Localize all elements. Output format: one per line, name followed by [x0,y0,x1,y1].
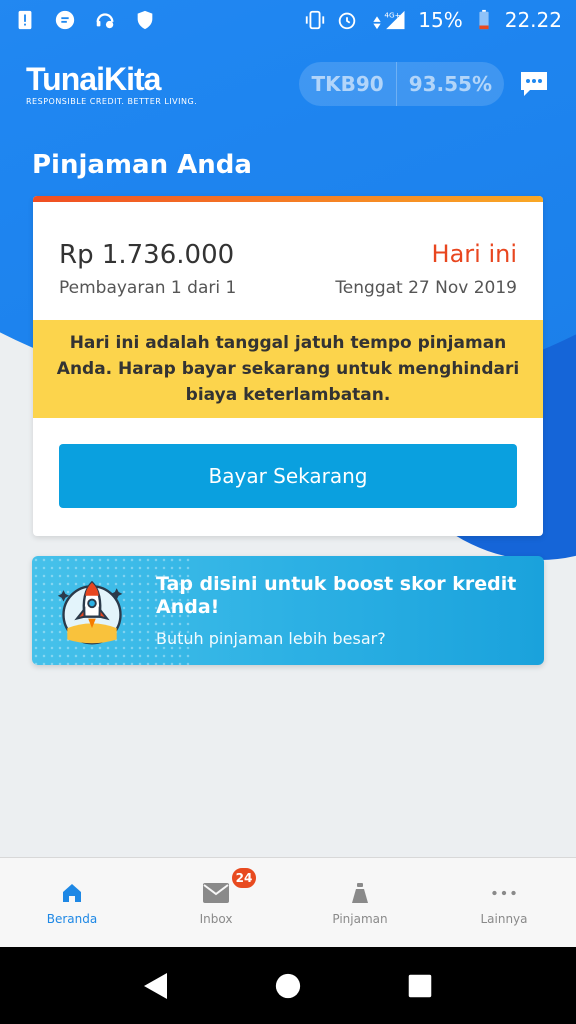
home-circle-icon [275,973,301,998]
battery-percent: 15% [418,8,463,32]
app-header: TunaiKita RESPONSIBLE CREDIT. BETTER LIV… [0,58,576,110]
recents-square-icon [408,974,432,997]
brand-name: TunaiKita [26,60,161,97]
battery-icon [473,9,495,31]
vibrate-icon [304,9,326,31]
boost-title: Tap disini untuk boost skor kredit Anda! [156,573,517,618]
clock: 22.22 [504,8,562,32]
back-button[interactable] [136,966,176,1006]
shield-icon [134,9,156,31]
home-icon [59,880,85,906]
boost-subtitle: Butuh pinjaman lebih besar? [156,629,386,648]
back-triangle-icon [144,972,167,999]
loan-amount: Rp 1.736.000 [59,240,235,270]
installment-text: Pembayaran 1 dari 1 [59,278,237,298]
boost-score-banner[interactable]: Tap disini untuk boost skor kredit Anda!… [32,556,544,665]
nav-item-beranda[interactable]: Beranda [0,858,144,947]
pay-now-button[interactable]: Bayar Sekarang [59,444,517,508]
home-button[interactable] [268,966,308,1006]
inbox-badge: 24 [230,866,258,890]
due-date: Tenggat 27 Nov 2019 [335,278,517,298]
bottom-navigation: Beranda 24 Inbox Pinjaman Lainnya [0,857,576,947]
due-warning-banner: Hari ini adalah tanggal jatuh tempo pinj… [33,320,543,418]
chat-icon [521,72,547,96]
nav-label-inbox: Inbox [199,911,233,926]
alarm-icon [336,9,358,31]
more-dots-icon [491,880,517,906]
nav-label-lainnya: Lainnya [480,911,528,926]
recents-button[interactable] [400,966,440,1006]
app-notification-icon [54,9,76,31]
svg-text:4G+: 4G+ [385,10,401,19]
loan-card: Rp 1.736.000 Pembayaran 1 dari 1 Hari in… [33,196,543,536]
brand-tagline: RESPONSIBLE CREDIT. BETTER LIVING. [26,96,198,106]
nav-label-beranda: Beranda [46,911,98,926]
due-status: Hari ini [431,240,517,268]
alert-icon [14,9,36,31]
page-title: Pinjaman Anda [32,150,252,180]
rocket-icon [57,580,123,644]
system-navigation-bar [0,947,576,1024]
money-bag-icon [347,880,373,906]
nav-label-pinjaman: Pinjaman [332,911,388,926]
brand-logo: TunaiKita RESPONSIBLE CREDIT. BETTER LIV… [26,63,197,106]
signal-icon: 4G+ [368,9,408,31]
headset-settings-icon [94,9,116,31]
nav-item-inbox[interactable]: 24 Inbox [144,858,288,947]
mail-icon [203,880,229,906]
status-bar: 4G+ 15% 22.22 [0,0,576,40]
nav-item-pinjaman[interactable]: Pinjaman [288,858,432,947]
chat-button[interactable] [518,68,550,100]
credit-score-pill[interactable]: TKB90 93.55% [299,62,504,106]
nav-item-lainnya[interactable]: Lainnya [432,858,576,947]
score-value: 93.55% [408,72,492,96]
score-label: TKB90 [311,72,384,96]
loan-info: Rp 1.736.000 Pembayaran 1 dari 1 Hari in… [33,202,543,320]
